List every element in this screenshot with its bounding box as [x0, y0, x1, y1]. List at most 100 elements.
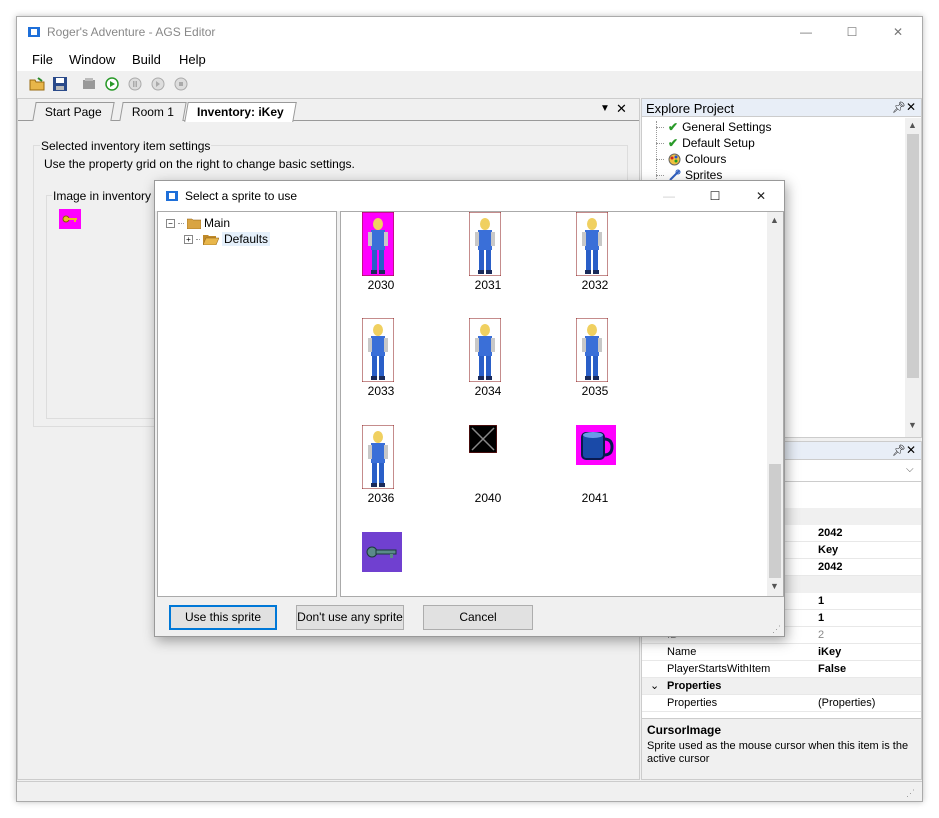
- menu-build[interactable]: Build: [132, 52, 161, 67]
- inventory-settings-heading: Selected inventory item settings: [40, 139, 212, 153]
- sprite-2036[interactable]: 2036: [341, 405, 421, 505]
- save-icon[interactable]: [52, 76, 68, 92]
- run-icon[interactable]: [104, 76, 120, 92]
- sprite-label: 2035: [581, 384, 609, 398]
- sprite-2040[interactable]: 2040: [448, 405, 528, 505]
- dialog-close-button[interactable]: ✕: [738, 181, 784, 211]
- check-icon: ✔: [668, 136, 679, 150]
- stop-icon[interactable]: [173, 76, 189, 92]
- close-button[interactable]: ✕: [875, 17, 921, 47]
- tab-close-icon[interactable]: ✕: [616, 101, 627, 117]
- sprite-label: 2034: [474, 384, 502, 398]
- sprite-image: [575, 317, 609, 385]
- sprite-image: [361, 212, 395, 279]
- open-folder-icon: [203, 235, 219, 245]
- cancel-button[interactable]: Cancel: [423, 605, 533, 630]
- sprite-2031[interactable]: 2031: [448, 212, 528, 292]
- menu-help[interactable]: Help: [179, 52, 206, 67]
- sprite-label: 2031: [474, 278, 502, 292]
- sprite-folder-tree: − Main + Defaults: [157, 211, 337, 597]
- tab-inventory-ikey[interactable]: Inventory: iKey: [184, 102, 297, 122]
- explorer-item-colours[interactable]: Colours: [656, 152, 726, 166]
- explorer-item-general-settings[interactable]: ✔ General Settings: [656, 120, 771, 134]
- window-title: Roger's Adventure - AGS Editor: [47, 25, 216, 39]
- tree-node-defaults[interactable]: + Defaults: [184, 232, 271, 246]
- tab-dropdown-icon[interactable]: ▼: [600, 103, 610, 114]
- property-row-name[interactable]: Name iKey: [642, 644, 921, 661]
- pin-icon[interactable]: 📌︎: [892, 444, 906, 457]
- palette-icon: [668, 153, 681, 165]
- inventory-settings-hint: Use the property grid on the right to ch…: [44, 157, 355, 171]
- sprite-label: 2040: [474, 491, 502, 505]
- property-row-properties[interactable]: Properties (Properties): [642, 695, 921, 712]
- status-bar: ⋰: [17, 781, 922, 801]
- dont-use-any-sprite-button[interactable]: Don't use any sprite: [296, 605, 404, 630]
- explorer-scrollbar[interactable]: ▲ ▼: [905, 118, 921, 437]
- dialog-maximize-button[interactable]: ☐: [692, 181, 738, 211]
- explorer-item-default-setup[interactable]: ✔ Default Setup: [656, 136, 755, 150]
- open-folder-icon[interactable]: [29, 76, 45, 92]
- tab-start-page[interactable]: Start Page: [32, 102, 115, 121]
- sprite-2034[interactable]: 2034: [448, 298, 528, 398]
- sprite-grid: 2030 2031 2032 2033 2034 2035 2036 2040 …: [340, 211, 784, 597]
- properties-category-header[interactable]: ⌄ Properties: [642, 678, 921, 695]
- panel-close-icon[interactable]: ✕: [906, 100, 916, 114]
- collapse-icon[interactable]: ⌄: [650, 679, 659, 692]
- sprite-image: [576, 425, 616, 468]
- panel-close-icon[interactable]: ✕: [906, 443, 916, 457]
- dialog-title: Select a sprite to use: [185, 189, 298, 203]
- inventory-key-image[interactable]: [59, 209, 81, 229]
- sprite-2032[interactable]: 2032: [555, 212, 635, 292]
- menu-file[interactable]: File: [32, 52, 53, 67]
- folder-icon: [187, 218, 201, 229]
- property-row-player-starts[interactable]: PlayerStartsWithItem False: [642, 661, 921, 678]
- dialog-title-bar: Select a sprite to use — ☐ ✕: [155, 181, 784, 211]
- sprite-2041[interactable]: 2041: [555, 405, 635, 505]
- sprite-grid-scrollbar[interactable]: ▲ ▼: [767, 212, 783, 596]
- expand-icon[interactable]: +: [184, 234, 193, 244]
- sprite-2030[interactable]: 2030: [341, 212, 421, 292]
- image-group-label: Image in inventory wi: [52, 189, 167, 203]
- tab-room-1[interactable]: Room 1: [119, 102, 187, 121]
- sprite-2033[interactable]: 2033: [341, 298, 421, 398]
- sprite-image: [468, 424, 498, 456]
- sprite-label: 2033: [367, 384, 395, 398]
- sprite-label: 2036: [367, 491, 395, 505]
- tab-strip: Start Page Room 1 Inventory: iKey ▼ ✕: [18, 99, 639, 122]
- explore-project-title: Explore Project: [646, 101, 735, 116]
- scroll-thumb[interactable]: [769, 464, 781, 578]
- resize-grip-icon[interactable]: ⋰: [772, 624, 781, 635]
- sprite-label: 2030: [367, 278, 395, 292]
- build-icon[interactable]: [81, 76, 97, 92]
- sprite-image: [468, 317, 502, 385]
- title-bar: Roger's Adventure - AGS Editor — ☐ ✕: [17, 17, 922, 47]
- sprite-image: [468, 212, 502, 279]
- sprite-label: 2032: [581, 278, 609, 292]
- property-help: CursorImage Sprite used as the mouse cur…: [642, 718, 921, 779]
- sprite-2042[interactable]: 2042: [341, 512, 421, 596]
- scroll-up-icon[interactable]: ▲: [908, 120, 917, 130]
- app-icon: [28, 27, 40, 37]
- menu-window[interactable]: Window: [69, 52, 115, 67]
- collapse-icon[interactable]: −: [166, 218, 175, 228]
- toolbar: [17, 71, 922, 97]
- explore-project-header: Explore Project 📌︎ ✕: [642, 99, 921, 117]
- tree-node-main[interactable]: − Main: [166, 216, 230, 230]
- dialog-minimize-button[interactable]: —: [646, 181, 692, 211]
- step-icon[interactable]: [150, 76, 166, 92]
- scroll-down-icon[interactable]: ▼: [908, 420, 917, 430]
- maximize-button[interactable]: ☐: [829, 17, 875, 47]
- sprite-image: [575, 212, 609, 279]
- pin-icon[interactable]: 📌︎: [892, 101, 906, 114]
- use-this-sprite-button[interactable]: Use this sprite: [169, 605, 277, 630]
- pause-icon[interactable]: [127, 76, 143, 92]
- sprite-selector-dialog: Select a sprite to use — ☐ ✕ − Main + De…: [154, 180, 785, 637]
- scroll-down-icon[interactable]: ▼: [770, 581, 779, 591]
- chevron-down-icon[interactable]: ⌵: [906, 464, 914, 475]
- resize-grip-icon[interactable]: ⋰: [906, 788, 915, 799]
- minimize-button[interactable]: —: [783, 17, 829, 47]
- scroll-up-icon[interactable]: ▲: [770, 215, 779, 225]
- check-icon: ✔: [668, 120, 679, 134]
- scroll-thumb[interactable]: [907, 134, 919, 378]
- sprite-2035[interactable]: 2035: [555, 298, 635, 398]
